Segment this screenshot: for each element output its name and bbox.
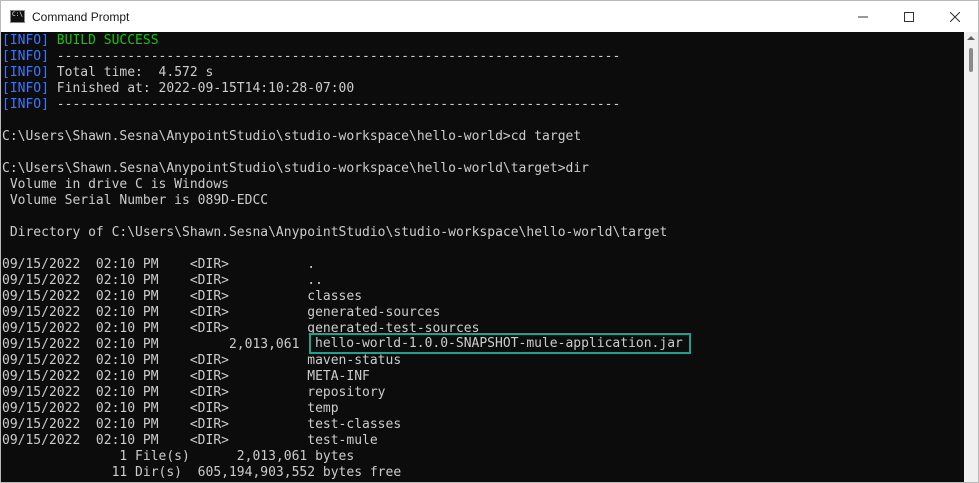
info-text: ----------------------------------------… xyxy=(48,49,621,64)
info-line: [INFO] ---------------------------------… xyxy=(2,97,964,113)
info-tag: [INFO] xyxy=(2,65,49,80)
dir-row: 09/15/2022 02:10 PM <DIR> META-INF xyxy=(2,369,370,384)
minimize-icon xyxy=(858,16,868,17)
maximize-icon xyxy=(904,11,914,22)
volume-label-line: Volume in drive C is Windows xyxy=(2,177,229,192)
dir-row: 09/15/2022 02:10 PM <DIR> generated-sour… xyxy=(2,305,441,320)
cmd-app-icon[interactable] xyxy=(10,10,25,23)
volume-serial-line: Volume Serial Number is 089D-EDCC xyxy=(2,193,269,208)
title-bar[interactable]: Command Prompt xyxy=(1,1,978,32)
highlighted-jar-filename: hello-world-1.0.0-SNAPSHOT-mule-applicat… xyxy=(315,336,683,351)
dir-row: 09/15/2022 02:10 PM <DIR> temp xyxy=(2,401,339,416)
info-line: [INFO] Total time: 4.572 s xyxy=(2,65,964,81)
directory-of-line: Directory of C:\Users\Shawn.Sesna\Anypoi… xyxy=(2,225,668,240)
dir-row: 09/15/2022 02:10 PM <DIR> repository xyxy=(2,385,386,400)
summary-files-line: 1 File(s) 2,013,061 bytes xyxy=(2,449,355,464)
info-tag: [INFO] xyxy=(2,33,49,48)
dir-row: 09/15/2022 02:10 PM <DIR> classes xyxy=(2,289,363,304)
window-title: Command Prompt xyxy=(32,9,130,24)
build-success-text: BUILD SUCCESS xyxy=(48,33,159,48)
highlighted-jar-box: hello-world-1.0.0-SNAPSHOT-mule-applicat… xyxy=(309,333,691,354)
maximize-button[interactable] xyxy=(886,1,932,32)
scroll-up-arrow-icon[interactable] xyxy=(967,36,975,40)
dir-row: 09/15/2022 02:10 PM <DIR> test-classes xyxy=(2,417,402,432)
info-line: [INFO] ---------------------------------… xyxy=(2,49,964,65)
dir-row: 09/15/2022 02:10 PM <DIR> .. xyxy=(2,273,323,288)
info-text: Total time: 4.572 s xyxy=(48,65,214,80)
summary-dirs-line: 11 Dir(s) 605,194,903,552 bytes free xyxy=(2,465,402,480)
close-button[interactable] xyxy=(932,1,978,32)
vertical-scrollbar[interactable] xyxy=(964,32,978,482)
close-icon xyxy=(950,11,960,22)
info-tag: [INFO] xyxy=(2,81,49,96)
prompt-cd-line: C:\Users\Shawn.Sesna\AnypointStudio\stud… xyxy=(2,129,582,144)
minimize-button[interactable] xyxy=(840,1,886,32)
info-text: ----------------------------------------… xyxy=(48,97,621,112)
info-text: Finished at: 2022-09-15T14:10:28-07:00 xyxy=(48,81,355,96)
scroll-thumb[interactable] xyxy=(969,48,973,72)
info-line: [INFO] Finished at: 2022-09-15T14:10:28-… xyxy=(2,81,964,97)
prompt-dir-line: C:\Users\Shawn.Sesna\AnypointStudio\stud… xyxy=(2,161,589,176)
console-output[interactable]: [INFO] BUILD SUCCESS [INFO] ------------… xyxy=(1,32,964,482)
info-tag: [INFO] xyxy=(2,97,49,112)
window-controls xyxy=(840,1,978,32)
info-tag: [INFO] xyxy=(2,49,49,64)
dir-row: 09/15/2022 02:10 PM <DIR> test-mule xyxy=(2,433,378,448)
info-line: [INFO] BUILD SUCCESS xyxy=(2,33,964,49)
dir-row: 09/15/2022 02:10 PM <DIR> maven-status xyxy=(2,353,402,368)
command-prompt-window: Command Prompt [INFO] BUILD SUCCESS [INF… xyxy=(0,0,979,483)
dir-row: 09/15/2022 02:10 PM <DIR> . xyxy=(2,257,316,272)
